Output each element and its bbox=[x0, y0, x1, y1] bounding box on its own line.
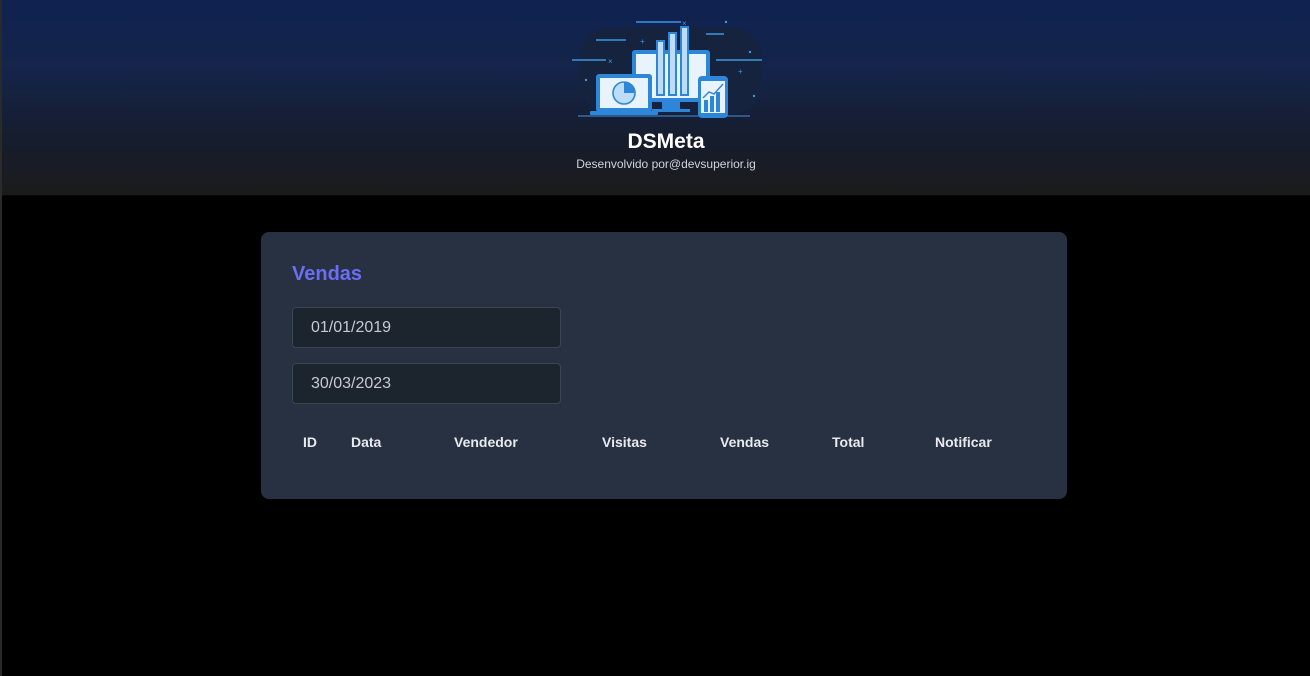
app-subtitle: Desenvolvido por@devsuperior.ig bbox=[576, 157, 756, 171]
svg-text:×: × bbox=[608, 57, 613, 66]
dashboard-devices-logo-icon: × × + + bbox=[572, 19, 762, 118]
sales-card: Vendas ID Data Vendedor Visitas Vendas T… bbox=[261, 232, 1067, 499]
column-header-total: Total bbox=[832, 434, 865, 450]
sales-card-title: Vendas bbox=[292, 263, 363, 285]
sales-table-header: ID Data Vendedor Visitas Vendas Total No… bbox=[261, 434, 1067, 454]
column-header-id: ID bbox=[303, 434, 317, 450]
app-title: DSMeta bbox=[627, 130, 705, 153]
column-header-sales: Vendas bbox=[720, 434, 770, 450]
app-header: × × + + DSMeta Desenvolvido por@devsuper… bbox=[2, 0, 1310, 196]
svg-text:+: + bbox=[738, 67, 743, 76]
column-header-seller: Vendedor bbox=[454, 434, 518, 450]
svg-text:+: + bbox=[640, 37, 645, 46]
min-date-input[interactable] bbox=[292, 307, 561, 348]
column-header-notify: Notificar bbox=[935, 434, 992, 450]
column-header-visits: Visitas bbox=[602, 434, 647, 450]
column-header-date: Data bbox=[351, 434, 382, 450]
max-date-input[interactable] bbox=[292, 363, 561, 404]
